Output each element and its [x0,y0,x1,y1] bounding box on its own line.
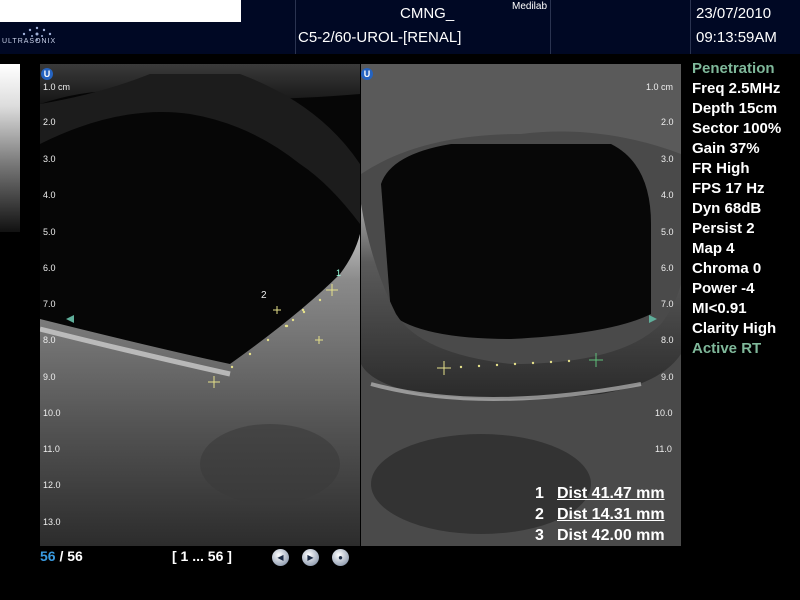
header-divider [550,0,551,54]
depth-label: 13.0 [43,517,61,527]
depth-label: 7.0 [661,299,674,309]
param-item: Gain 37% [692,140,760,157]
depth-label: 8.0 [661,335,674,345]
previous-frame-button[interactable]: ◀ [272,549,289,566]
exam-time: 09:13:59AM [696,29,777,46]
preset-name: C5-2/60-UROL-[RENAL] [298,29,462,46]
depth-label: 7.0 [43,299,56,309]
depth-label: 6.0 [661,263,674,273]
header-divider [690,0,691,54]
measurement-value: Dist 14.31 mm [557,506,665,523]
depth-label: 5.0 [661,227,674,237]
depth-label: 4.0 [661,190,674,200]
depth-label: 9.0 [661,372,674,382]
logo-text: ULTRASONIX [2,38,57,45]
measurement-number: 1 [535,485,544,502]
depth-label: 1.0 cm [43,82,71,92]
grayscale-bar [0,64,20,232]
frame-current: 56 [40,548,56,564]
measurement-value: Dist 41.47 mm [557,485,665,502]
param-item: Dyn 68dB [692,200,762,217]
brand-name: Medilab [512,1,548,12]
ultrasound-image-right[interactable] [361,64,681,546]
param-item: Sector 100% [692,120,782,137]
measurement-number: 3 [535,527,544,544]
play-button[interactable]: ▶ [302,549,319,566]
param-item: Depth 15cm [692,100,778,117]
caliper-label: 2 [261,290,267,301]
caliper-label: 1 [336,268,342,278]
play-icon: ▶ [307,553,314,562]
u-badge-icon: U [361,68,373,80]
depth-label: 8.0 [43,335,56,345]
stop-icon: ● [338,553,343,562]
param-item: Power -4 [692,280,755,297]
ultrasonix-logo [22,26,52,41]
depth-label: 2.0 [661,117,674,127]
depth-label: 10.0 [43,408,61,418]
depth-label: 11.0 [655,444,672,454]
patient-name-field[interactable] [0,0,241,22]
depth-label: 6.0 [43,263,56,273]
measurement-row: 1 Dist 41.47 mm [535,485,680,503]
depth-label: 12.0 [43,480,61,490]
param-item: Map 4 [692,240,735,257]
ultrasound-image-left[interactable] [40,64,360,546]
measurement-number: 2 [535,506,544,523]
param-item: Clarity High [692,320,777,337]
param-item: Persist 2 [692,220,755,237]
measurement-value: Dist 42.00 mm [557,527,665,544]
header-divider [295,0,296,54]
frame-range: [ 1 ... 56 ] [172,548,232,564]
frame-total: / 56 [59,548,83,564]
depth-label: 4.0 [43,190,56,200]
param-item: FPS 17 Hz [692,180,765,197]
depth-label: 5.0 [43,227,56,237]
depth-label: 3.0 [661,154,674,164]
measurement-row: 2 Dist 14.31 mm [535,506,680,524]
depth-label: 3.0 [43,154,56,164]
exam-date: 23/07/2010 [696,5,772,22]
depth-label: 9.0 [43,372,56,382]
depth-label: 10.0 [655,408,673,418]
depth-label: 11.0 [43,444,60,454]
previous-icon: ◀ [277,553,284,562]
stop-button[interactable]: ● [332,549,349,566]
param-item: MI<0.91 [692,300,747,317]
facility-name: CMNG_ [400,5,455,22]
u-badge-icon: U [41,68,53,80]
measurement-row: 3 Dist 42.00 mm [535,527,680,545]
depth-label: 2.0 [43,117,56,127]
param-item: Freq 2.5MHz [692,80,781,97]
param-item: FR High [692,160,750,177]
frame-counter: 56 / 56 [40,548,83,564]
param-item: Chroma 0 [692,260,762,277]
depth-label: 1.0 cm [646,82,674,92]
param-item: Penetration [692,60,775,77]
param-item: Active RT [692,340,762,357]
